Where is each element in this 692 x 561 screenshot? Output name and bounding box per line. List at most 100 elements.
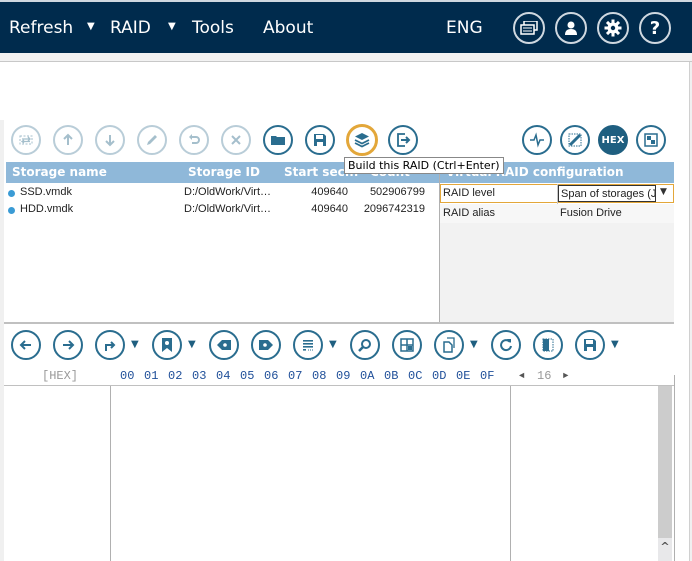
- menu-bar: Refresh ▼ RAID ▼ Tools About ENG ?: [0, 0, 692, 53]
- blocks-view-button[interactable]: [636, 125, 666, 155]
- pulse-icon: [530, 132, 544, 148]
- menu-raid[interactable]: RAID: [110, 18, 151, 38]
- text-column-divider: [510, 386, 511, 561]
- panel-splitter[interactable]: [4, 322, 674, 324]
- list-dropdown-icon[interactable]: ▼: [329, 339, 337, 350]
- swap-button[interactable]: [11, 125, 41, 155]
- refresh-icon: [500, 339, 512, 352]
- hex-mode-label: [HEX]: [42, 369, 79, 383]
- panel-toggle-button[interactable]: [533, 330, 563, 360]
- undo-button[interactable]: [179, 125, 209, 155]
- forward-button[interactable]: [53, 330, 83, 360]
- hex-column-label: 0A: [360, 369, 375, 383]
- undo-icon: [189, 134, 200, 144]
- jump-icon: [105, 341, 116, 351]
- bookmark-button[interactable]: [152, 330, 182, 360]
- export-button[interactable]: [388, 125, 418, 155]
- prev-bookmark-button[interactable]: [209, 330, 239, 360]
- help-button[interactable]: ?: [639, 12, 671, 44]
- start-sector: 409640: [311, 203, 348, 215]
- forward-icon: [63, 340, 75, 350]
- hex-column-label: 0E: [456, 369, 471, 383]
- table-row[interactable]: SSD.vmdk D:/OldWork/Virt… 409640 5029067…: [6, 185, 439, 202]
- next-bookmark-button[interactable]: [251, 330, 281, 360]
- arrow-down-icon: [105, 135, 115, 147]
- bookmark-icon: [162, 338, 172, 352]
- move-down-button[interactable]: [95, 125, 125, 155]
- map-view-button[interactable]: [560, 125, 590, 155]
- export-icon: [397, 133, 411, 147]
- save-config-button[interactable]: [305, 125, 335, 155]
- raid-alias-row[interactable]: RAID alias Fusion Drive: [440, 204, 674, 223]
- back-icon: [19, 340, 31, 350]
- refresh-dropdown-icon[interactable]: ▼: [87, 21, 95, 32]
- list-button[interactable]: [293, 330, 323, 360]
- scroll-up-button[interactable]: ^: [658, 538, 672, 561]
- grid-button[interactable]: [392, 330, 422, 360]
- hex-column-label: 0C: [408, 369, 423, 383]
- raid-dropdown-icon[interactable]: ▼: [168, 21, 176, 32]
- bytes-per-row-value: 16: [537, 369, 552, 383]
- layers-icon: [354, 133, 370, 148]
- hex-column-label: 0B: [384, 369, 399, 383]
- storage-status-dot: [8, 190, 15, 197]
- user-icon: [565, 21, 577, 35]
- move-up-button[interactable]: [53, 125, 83, 155]
- user-button[interactable]: [555, 12, 587, 44]
- column-storage-name[interactable]: Storage name: [12, 165, 107, 179]
- menu-about[interactable]: About: [263, 18, 313, 38]
- storage-status-dot: [8, 207, 15, 214]
- remove-button[interactable]: [221, 125, 251, 155]
- gear-icon: [604, 19, 622, 37]
- hex-column-label: 02: [168, 369, 183, 383]
- back-button[interactable]: [11, 330, 41, 360]
- bookmark-dropdown-icon[interactable]: ▼: [188, 339, 196, 350]
- next-bookmark-icon: [259, 340, 273, 350]
- hex-column-label: 00: [120, 369, 135, 383]
- jump-dropdown-icon[interactable]: ▼: [131, 339, 139, 350]
- raid-config-empty-area: [440, 222, 674, 322]
- hex-scrollbar[interactable]: [658, 386, 672, 538]
- hex-column-label: 0F: [480, 369, 495, 383]
- edit-button[interactable]: [137, 125, 167, 155]
- open-button[interactable]: [263, 125, 293, 155]
- hex-column-label: 01: [144, 369, 159, 383]
- column-storage-id[interactable]: Storage ID: [188, 165, 260, 179]
- search-icon: [358, 339, 371, 352]
- save-icon: [314, 134, 326, 146]
- windows-button[interactable]: [513, 12, 545, 44]
- count-sector: 502906799: [369, 186, 425, 198]
- search-button[interactable]: [350, 330, 380, 360]
- save-icon: [584, 339, 596, 351]
- hex-view-button[interactable]: HEX: [598, 125, 628, 155]
- offset-column-divider: [110, 386, 111, 561]
- refresh-button[interactable]: [491, 330, 521, 360]
- jump-button[interactable]: [95, 330, 125, 360]
- copy-dropdown-icon[interactable]: ▼: [470, 339, 478, 350]
- hex-column-label: 08: [312, 369, 327, 383]
- language-selector[interactable]: ENG: [446, 18, 483, 38]
- width-increase-icon[interactable]: ►: [563, 371, 568, 381]
- hex-column-label: 09: [336, 369, 351, 383]
- build-raid-tooltip: Build this RAID (Ctrl+Enter): [344, 157, 504, 174]
- build-raid-button[interactable]: [346, 124, 378, 156]
- grid-map-icon: [568, 133, 582, 147]
- swap-icon: [19, 135, 33, 145]
- grid-icon: [400, 338, 414, 352]
- table-row[interactable]: HDD.vmdk D:/OldWork/Virt… 409640 2096742…: [6, 202, 439, 219]
- hex-column-label: 0D: [432, 369, 447, 383]
- storage-name: SSD.vmdk: [20, 186, 72, 198]
- panel-icon: [542, 338, 554, 352]
- width-decrease-icon[interactable]: ◄: [519, 371, 524, 381]
- copy-button[interactable]: [434, 330, 464, 360]
- menu-tools[interactable]: Tools: [192, 18, 234, 38]
- signal-view-button[interactable]: [522, 125, 552, 155]
- menu-refresh[interactable]: Refresh: [9, 18, 73, 38]
- settings-button[interactable]: [597, 12, 629, 44]
- blocks-icon: [644, 133, 658, 147]
- raid-alias-value[interactable]: Fusion Drive: [560, 207, 622, 219]
- save-dropdown-icon[interactable]: ▼: [611, 339, 619, 350]
- raid-alias-label: RAID alias: [443, 207, 495, 219]
- count-sector: 2096742319: [363, 203, 425, 215]
- save-data-button[interactable]: [575, 330, 605, 360]
